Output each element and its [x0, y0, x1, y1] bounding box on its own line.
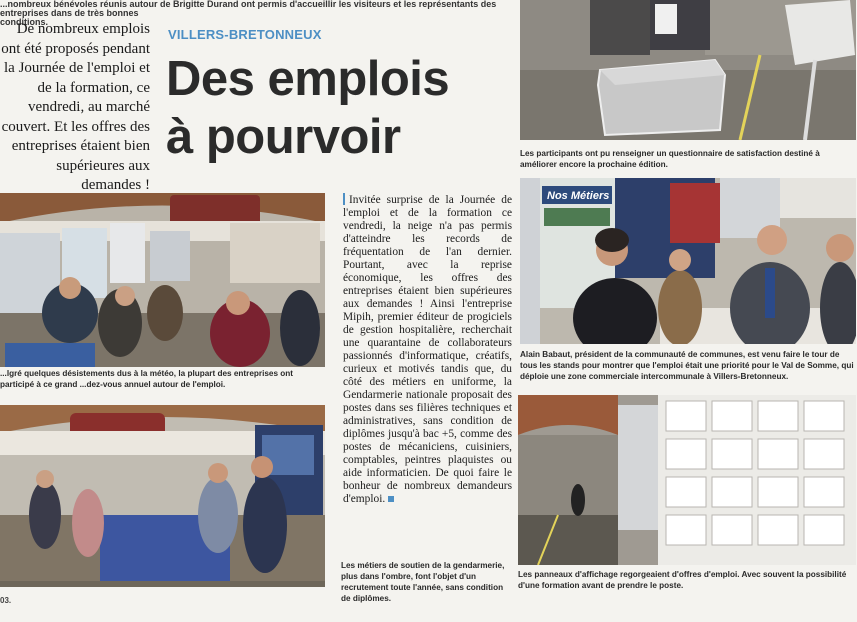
caption-gendarmerie: Les métiers de soutien de la gendarmerie…: [341, 561, 505, 603]
location-kicker: VILLERS-BRETONNEUX: [168, 27, 322, 42]
caption-babaut: Alain Babaut, président de la communauté…: [520, 350, 854, 381]
caption-survey: Les participants ont pu renseigner un qu…: [520, 149, 820, 169]
notice-boards-image: [518, 395, 856, 565]
article-headline: Des emplois à pourvoir: [166, 52, 450, 164]
gendarmerie-stand-image: [0, 405, 325, 587]
photo-gendarmerie-stand: [0, 405, 325, 587]
article-body: Invitée surprise de la Journée de l'empl…: [343, 193, 512, 506]
job-fair-hall-image: [0, 193, 325, 367]
drop-marker: [343, 193, 345, 205]
intro-paragraph: De nombreux emplois ont été proposés pen…: [1, 21, 150, 193]
nos-metiers-sign: Nos Métiers: [542, 186, 612, 204]
survey-box-image: [520, 0, 856, 140]
photo-notice-boards: [518, 395, 856, 565]
end-of-article-marker: [388, 496, 395, 502]
babaut-stand-image: Nos Métiers: [520, 178, 856, 344]
photo-babaut-stand: Nos Métiers: [520, 178, 856, 344]
caption-hall: ...lgré quelques désistements dus à la m…: [0, 369, 294, 389]
photo-job-fair-hall: [0, 193, 325, 367]
top-fragment-line1: ...nombreux bénévoles réunis autour de B…: [0, 0, 497, 18]
nos-metiers-sign-text: Nos Métiers: [547, 190, 609, 202]
photo-survey-box: [520, 0, 856, 140]
page-number: 03.: [0, 596, 12, 605]
article-body-text: Invitée surprise de la Journée de l'empl…: [343, 194, 512, 505]
caption-boards: Les panneaux d'affichage regorgeaient d'…: [518, 570, 847, 590]
